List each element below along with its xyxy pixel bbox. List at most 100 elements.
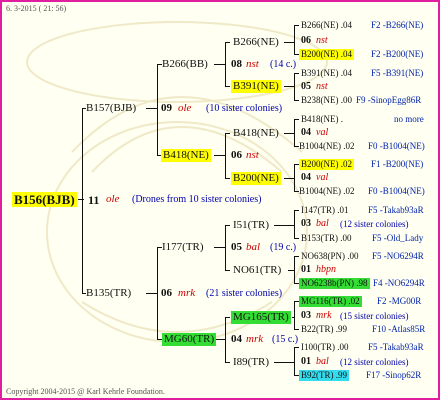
gen2-a-queen[interactable]: B266(BB) [162,59,208,70]
gen4-right: F0 -B1004(NE) [368,141,425,151]
gen3-a1-queen[interactable]: B266(NE) [233,37,279,48]
gen4-right: F5 -Takab93aR [368,205,424,215]
gen4-right: F2 -B266(NE) [371,20,424,30]
connector [294,301,295,330]
gen2-a-mark: nst [246,58,259,70]
timestamp: 6. 3-2015 ( 21: 56) [6,4,67,13]
gen3-c2-queen[interactable]: NO61(TR) [233,265,281,276]
gen4-mark: nst [316,81,328,92]
connector [294,25,295,55]
gen4-left[interactable]: B153(TR) .00 [301,234,352,243]
gen4-mark: bal [316,356,329,367]
gen4-left[interactable]: B1004(NE) .02 [299,142,355,151]
gen4-left[interactable]: B1004(NE) .02 [299,187,355,196]
gen4-left[interactable]: B200(NE) .04 [299,49,354,60]
connector [225,270,230,271]
gen1-lower-mark: mrk [178,287,196,299]
gen4-note: (12 sister colonies) [340,357,409,367]
connector [294,256,295,284]
connector [294,210,295,239]
connector [225,225,230,226]
gen4-num: 04 [301,127,311,138]
connector [225,42,230,43]
gen4-note: (12 sister colonies) [340,219,409,229]
gen4-left[interactable]: NO6238b(PN) .98 [299,278,370,289]
connector [274,362,295,363]
gen4-num: 04 [301,172,311,183]
gen4-left[interactable]: NO638(PN) .00 [301,252,359,261]
gen4-mark: val [316,172,329,183]
gen1-lower-queen[interactable]: B135(TR) [86,288,131,299]
connector [78,199,84,200]
gen4-left[interactable]: I147(TR) .01 [301,206,349,215]
gen4-right: F5 -Takab93aR [368,342,424,352]
gen4-left[interactable]: MG116(TR) .02 [299,296,362,307]
gen3-d2-queen[interactable]: I89(TR) [233,357,269,368]
connector [225,133,226,179]
gen1-upper-mark: ole [178,102,192,114]
gen1-lower-num: 06 [161,287,172,299]
connector [294,119,299,120]
connector [294,73,295,101]
copyright: Copyright 2004-2015 @ Karl Kehrle Founda… [6,387,165,396]
gen4-mark: hbpn [316,264,336,275]
gen4-num: 01 [301,356,311,367]
connector [294,210,299,211]
gen4-right: F17 -Sinop62R [366,370,422,380]
gen3-b2-queen[interactable]: B200(NE) [231,172,281,185]
gen3-d1-queen[interactable]: MG165(TR) [231,311,291,324]
connector [225,86,230,87]
gen4-right: F5 -NO6294R [372,251,424,261]
gen4-left[interactable]: B22(TR) .99 [301,325,347,334]
connector [294,347,295,376]
gen4-left[interactable]: B391(NE) .04 [301,69,352,78]
gen3-b1-queen[interactable]: B418(NE) [233,128,279,139]
gen4-left[interactable]: B200(NE) .02 [299,159,354,170]
connector [82,108,83,294]
gen4-num: 03 [301,310,311,321]
connector [294,100,299,101]
connector [225,42,226,87]
gen2-d-num: 04 [231,333,242,345]
gen4-right: F0 -B1004(NE) [368,186,425,196]
gen4-mark: bal [316,218,329,229]
gen2-c-queen[interactable]: I177(TR) [162,242,204,253]
gen4-left[interactable]: B238(NE) .00 [301,96,352,105]
gen4-right: F2 -B200(NE) [371,49,424,59]
connector [294,25,299,26]
gen4-right: F5 -Old_Lady [372,233,424,243]
gen4-num: 05 [301,81,311,92]
connector [294,73,299,74]
root-gen-mark: ole [106,193,120,205]
gen4-left[interactable]: B92(TR) .99 [299,370,349,381]
gen4-right: F1 -B200(NE) [371,159,424,169]
gen4-left[interactable]: B266(NE) .04 [301,21,352,30]
gen3-a2-queen[interactable]: B391(NE) [231,80,281,93]
gen4-left[interactable]: I100(TR) .00 [301,343,349,352]
gen4-right: F10 -Atlas85R [372,324,426,334]
root-note: (Drones from 10 sister colonies) [132,194,262,205]
gen1-upper-queen[interactable]: B157(BJB) [86,103,136,114]
connector [294,119,295,147]
gen1-upper-note: (10 sister colonies) [206,103,283,114]
gen4-left[interactable]: B418(NE) . [301,115,343,124]
gen2-b-queen[interactable]: B418(NE) [161,149,211,162]
gen4-num: 03 [301,218,311,229]
gen3-c1-queen[interactable]: I51(TR) [233,220,269,231]
gen4-mark: mrk [316,310,332,321]
connector [294,329,299,330]
gen2-b-mark: nst [246,149,259,161]
gen2-b-num: 06 [231,149,242,161]
gen4-num: 06 [301,35,311,46]
connector [294,164,295,192]
gen2-d-queen[interactable]: MG60(TR) [162,333,217,346]
connector [274,225,295,226]
gen4-right: no more [394,114,424,124]
root-queen[interactable]: B156(BJB) [12,192,77,207]
gen2-c-mark: bal [246,241,261,253]
connector [225,133,230,134]
connector [294,238,299,239]
gen2-d-mark: mrk [246,333,264,345]
pedigree-panel: 6. 3-2015 ( 21: 56) Copyright 2004-2015 … [0,0,440,400]
gen4-right: F2 -MG00R [377,296,422,306]
